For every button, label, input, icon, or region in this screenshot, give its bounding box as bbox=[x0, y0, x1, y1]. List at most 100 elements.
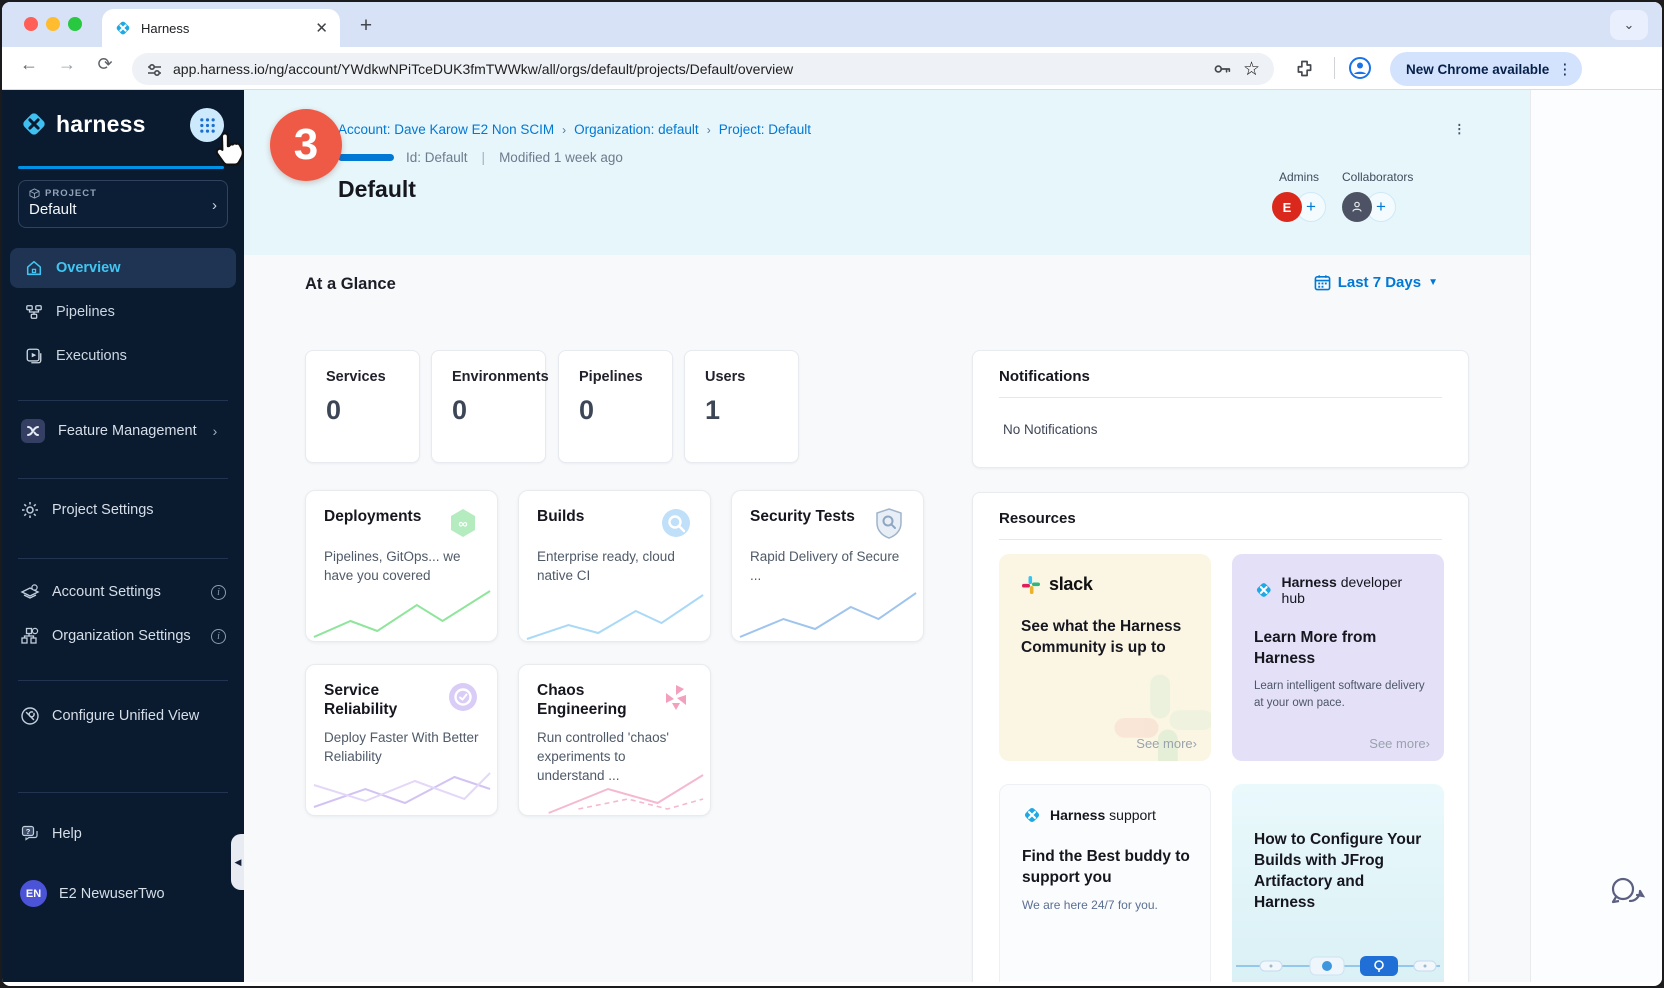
page-title: Default bbox=[338, 176, 416, 203]
bookmark-star-icon[interactable]: ☆ bbox=[1243, 58, 1260, 81]
harness-logo-icon bbox=[1022, 805, 1042, 825]
new-tab-button[interactable]: + bbox=[352, 12, 380, 40]
sidebar-item-project-settings[interactable]: Project Settings bbox=[20, 500, 154, 520]
sidebar-divider bbox=[18, 680, 228, 681]
reload-button[interactable]: ⟳ bbox=[90, 54, 120, 75]
executions-icon bbox=[24, 347, 44, 365]
resource-title: See what the Harness Community is up to bbox=[1021, 617, 1186, 659]
resource-card-support[interactable]: Harness support Find the Best buddy to s… bbox=[999, 784, 1211, 982]
see-more-link[interactable]: See more› bbox=[1369, 736, 1430, 751]
resource-card-jfrog[interactable]: How to Configure Your Builds with JFrog … bbox=[1232, 784, 1444, 982]
collaborators-label: Collaborators bbox=[1342, 170, 1413, 184]
home-icon bbox=[24, 259, 44, 277]
pipeline-graphic bbox=[1232, 953, 1444, 979]
date-range-filter[interactable]: Last 7 Days ▼ bbox=[1314, 274, 1438, 291]
stat-card-services[interactable]: Services 0 bbox=[305, 350, 420, 463]
sidebar-collapse-handle[interactable]: ◀ bbox=[231, 834, 245, 890]
breadcrumb-project-link[interactable]: Project: Default bbox=[719, 122, 811, 137]
window-close-button[interactable] bbox=[24, 17, 38, 31]
sidebar-item-label: Overview bbox=[56, 260, 121, 276]
brand-name: harness bbox=[56, 111, 146, 138]
tab-search-button[interactable]: ⌄ bbox=[1610, 10, 1648, 40]
svg-text:∞: ∞ bbox=[458, 516, 467, 531]
profile-icon[interactable] bbox=[1348, 56, 1372, 80]
chevron-right-icon: › bbox=[213, 423, 218, 439]
sidebar-item-executions[interactable]: Executions bbox=[10, 336, 236, 376]
chevron-right-icon: › bbox=[707, 123, 711, 137]
sidebar-item-help[interactable]: ? Help bbox=[20, 824, 82, 844]
user-initials: EN bbox=[26, 888, 41, 900]
date-range-value: Last 7 Days bbox=[1338, 274, 1421, 291]
module-card-service-reliability[interactable]: Service Reliability Deploy Faster With B… bbox=[305, 664, 498, 816]
module-card-builds[interactable]: Builds Enterprise ready, cloud native CI bbox=[518, 490, 711, 642]
stat-card-pipelines[interactable]: Pipelines 0 bbox=[558, 350, 673, 463]
stat-label: Pipelines bbox=[579, 369, 672, 385]
page-gutter bbox=[1530, 90, 1664, 982]
chrome-update-label: New Chrome available bbox=[1406, 62, 1549, 77]
chrome-menu-icon[interactable]: ⋮ bbox=[1557, 60, 1572, 78]
collaborators-group: Collaborators + bbox=[1342, 170, 1413, 222]
sidebar-item-configure-unified-view[interactable]: Configure Unified View bbox=[20, 706, 199, 726]
sidebar-item-organization-settings[interactable]: Organization Settings i bbox=[20, 626, 226, 646]
passwords-key-icon[interactable] bbox=[1211, 58, 1233, 80]
stat-card-environments[interactable]: Environments 0 bbox=[431, 350, 546, 463]
tab-strip: Harness ✕ + ⌄ bbox=[2, 2, 1662, 47]
admin-avatar[interactable]: E bbox=[1272, 192, 1302, 222]
sidebar-item-feature-management[interactable]: Feature Management › bbox=[20, 418, 226, 444]
sidebar-item-label: Help bbox=[52, 826, 82, 842]
info-icon[interactable]: i bbox=[211, 629, 226, 644]
resource-card-slack[interactable]: slack See what the Harness Community is … bbox=[999, 554, 1211, 761]
project-meta: Id: Default | Modified 1 week ago bbox=[406, 150, 623, 165]
window-zoom-button[interactable] bbox=[68, 17, 82, 31]
tab-close-icon[interactable]: ✕ bbox=[315, 19, 328, 37]
panel-divider bbox=[999, 539, 1442, 540]
pipelines-icon bbox=[24, 303, 44, 321]
project-selector[interactable]: PROJECT Default › bbox=[18, 180, 228, 228]
brand-underline bbox=[18, 166, 224, 169]
notifications-title: Notifications bbox=[973, 351, 1468, 397]
chrome-update-button[interactable]: New Chrome available ⋮ bbox=[1390, 52, 1582, 86]
stat-card-users[interactable]: Users 1 bbox=[684, 350, 799, 463]
sidebar-item-overview[interactable]: Overview bbox=[10, 248, 236, 288]
slack-brand: slack bbox=[1049, 574, 1093, 595]
harness-logo[interactable]: harness bbox=[20, 110, 146, 138]
module-description: Enterprise ready, cloud native CI bbox=[537, 548, 692, 586]
forward-button[interactable]: → bbox=[52, 54, 82, 75]
sidebar-divider bbox=[18, 792, 228, 793]
info-icon[interactable]: i bbox=[211, 585, 226, 600]
project-options-menu[interactable]: ⁝ bbox=[1457, 120, 1462, 140]
user-avatar: EN bbox=[20, 880, 47, 907]
chat-widget-icon[interactable] bbox=[1606, 872, 1648, 912]
sidebar-item-label: Account Settings bbox=[52, 584, 161, 600]
gear-icon bbox=[20, 500, 40, 520]
toolbar-divider bbox=[1334, 57, 1335, 79]
module-card-deployments[interactable]: Deployments ∞ Pipelines, GitOps... we ha… bbox=[305, 490, 498, 642]
site-settings-icon[interactable] bbox=[146, 61, 163, 78]
extensions-icon[interactable] bbox=[1294, 58, 1315, 79]
project-selector-label: PROJECT bbox=[45, 188, 97, 199]
sidebar-divider bbox=[18, 400, 228, 401]
chaos-engineering-icon bbox=[660, 681, 692, 713]
address-bar[interactable]: app.harness.io/ng/account/YWdkwNPiTceDUK… bbox=[132, 53, 1274, 85]
stat-label: Environments bbox=[452, 369, 545, 385]
module-card-security-tests[interactable]: Security Tests Rapid Delivery of Secure … bbox=[731, 490, 924, 642]
back-button[interactable]: ← bbox=[14, 54, 44, 75]
module-title: Security Tests bbox=[750, 507, 855, 526]
sidebar-item-pipelines[interactable]: Pipelines bbox=[10, 292, 236, 332]
sidebar-user[interactable]: EN E2 NewuserTwo bbox=[20, 880, 165, 907]
browser-tab[interactable]: Harness ✕ bbox=[102, 9, 340, 47]
calendar-icon bbox=[1314, 274, 1331, 291]
collaborator-avatar[interactable] bbox=[1342, 192, 1372, 222]
window-minimize-button[interactable] bbox=[46, 17, 60, 31]
stat-value: 1 bbox=[705, 395, 798, 426]
stat-value: 0 bbox=[452, 395, 545, 426]
resource-card-developer-hub[interactable]: Harness developer hub Learn More from Ha… bbox=[1232, 554, 1444, 761]
sidebar-item-label: Executions bbox=[56, 348, 127, 364]
project-header bbox=[244, 90, 1530, 255]
module-card-chaos-engineering[interactable]: Chaos Engineering Run controlled 'chaos'… bbox=[518, 664, 711, 816]
sidebar-item-account-settings[interactable]: Account Settings i bbox=[20, 582, 226, 602]
see-more-link[interactable]: See more› bbox=[1136, 736, 1197, 751]
url-text: app.harness.io/ng/account/YWdkwNPiTceDUK… bbox=[173, 61, 1201, 77]
breadcrumb-account-link[interactable]: Account: Dave Karow E2 Non SCIM bbox=[338, 122, 554, 137]
breadcrumb-organization-link[interactable]: Organization: default bbox=[574, 122, 699, 137]
